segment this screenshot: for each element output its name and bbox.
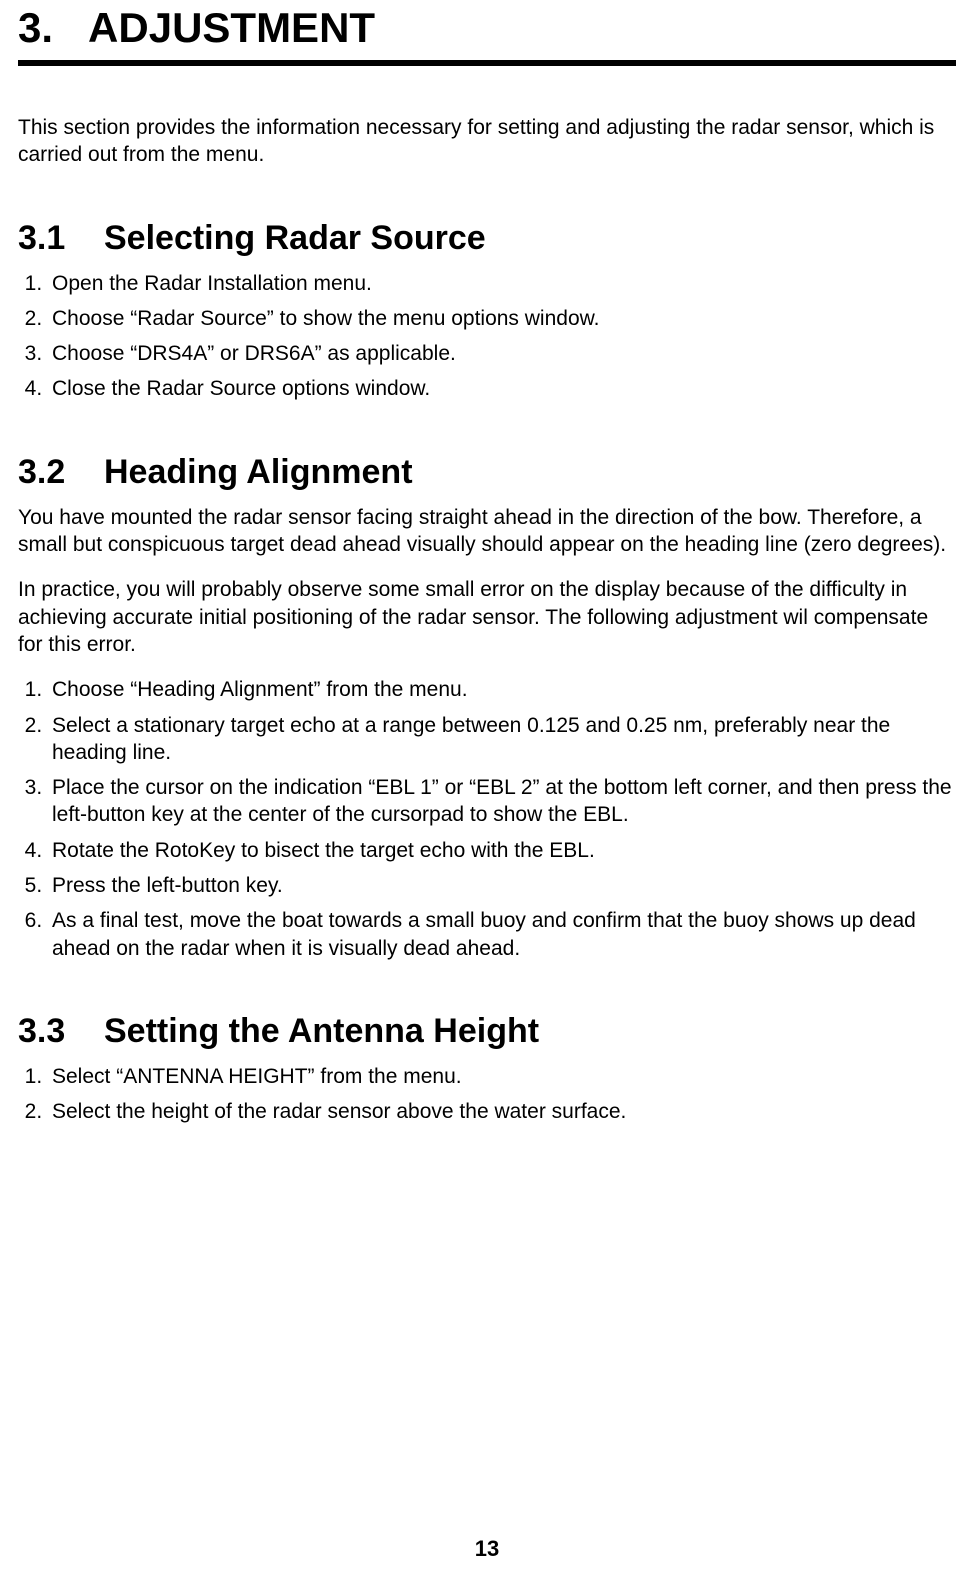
section-3-3-title: 3.3Setting the Antenna Height: [18, 1012, 956, 1051]
list-item: Open the Radar Installation menu.: [48, 270, 956, 297]
section-3-3-steps: Select “ANTENNA HEIGHT” from the menu. S…: [18, 1063, 956, 1126]
section-3-3-name: Setting the Antenna Height: [104, 1012, 539, 1050]
section-3-1-number: 3.1: [18, 219, 104, 258]
section-3-2-paragraph-2: In practice, you will probably observe s…: [18, 576, 956, 658]
section-3-1-steps: Open the Radar Installation menu. Choose…: [18, 270, 956, 403]
section-3-1-title: 3.1Selecting Radar Source: [18, 219, 956, 258]
section-3-2-title: 3.2Heading Alignment: [18, 453, 956, 492]
chapter-rule: [18, 60, 956, 66]
list-item: Choose “DRS4A” or DRS6A” as applicable.: [48, 340, 956, 367]
section-3-3-number: 3.3: [18, 1012, 104, 1051]
list-item: Select “ANTENNA HEIGHT” from the menu.: [48, 1063, 956, 1090]
list-item: Rotate the RotoKey to bisect the target …: [48, 837, 956, 864]
section-3-2-paragraph-1: You have mounted the radar sensor facing…: [18, 504, 956, 559]
list-item: Select a stationary target echo at a ran…: [48, 712, 956, 767]
chapter-title: 3. ADJUSTMENT: [18, 4, 956, 52]
chapter-name: ADJUSTMENT: [88, 4, 375, 51]
list-item: Choose “Heading Alignment” from the menu…: [48, 676, 956, 703]
section-3-2-name: Heading Alignment: [104, 453, 413, 491]
list-item: Choose “Radar Source” to show the menu o…: [48, 305, 956, 332]
list-item: Select the height of the radar sensor ab…: [48, 1098, 956, 1125]
list-item: Press the left-button key.: [48, 872, 956, 899]
list-item: Place the cursor on the indication “EBL …: [48, 774, 956, 829]
page: 3. ADJUSTMENT This section provides the …: [0, 4, 974, 1586]
list-item: As a final test, move the boat towards a…: [48, 907, 956, 962]
chapter-number: 3.: [18, 4, 53, 51]
list-item: Close the Radar Source options window.: [48, 375, 956, 402]
section-3-2-number: 3.2: [18, 453, 104, 492]
page-number: 13: [0, 1536, 974, 1562]
section-3-2-steps: Choose “Heading Alignment” from the menu…: [18, 676, 956, 962]
chapter-intro: This section provides the information ne…: [18, 114, 956, 169]
section-3-1-name: Selecting Radar Source: [104, 219, 486, 257]
